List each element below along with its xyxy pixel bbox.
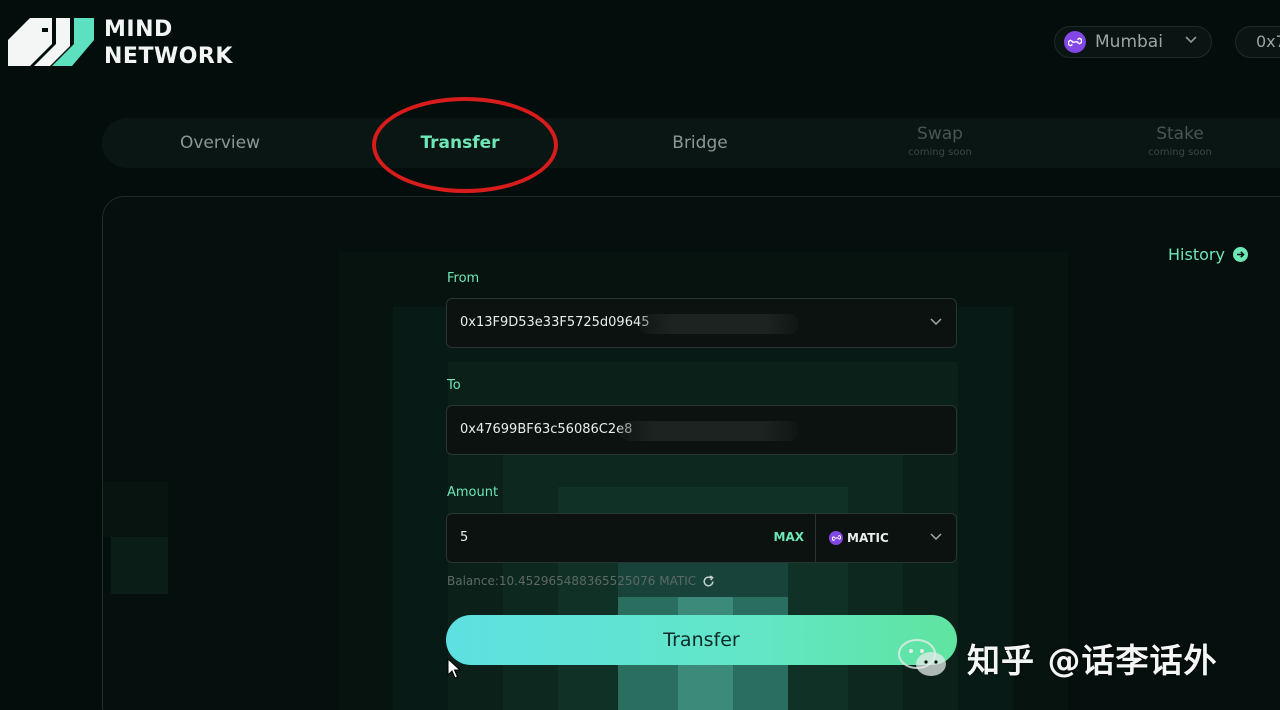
transfer-submit-button[interactable]: Transfer — [446, 615, 957, 665]
amount-value: 5 — [460, 530, 469, 545]
brand-name: MIND NETWORK — [104, 16, 233, 70]
tab-bridge[interactable]: Bridge — [600, 118, 800, 168]
tab-label: Overview — [179, 133, 261, 153]
network-selector[interactable]: Mumbai — [1054, 26, 1212, 58]
from-label: From — [447, 271, 480, 286]
wechat-icon — [898, 639, 946, 676]
tab-label: Bridge — [672, 133, 728, 153]
wallet-address-button[interactable]: 0x7 — [1235, 26, 1280, 58]
brand-line-1: MIND — [104, 17, 173, 42]
app-root: MIND NETWORK Mumbai 0x7 Overview Transfe… — [0, 0, 1280, 710]
mouse-cursor-icon — [447, 658, 461, 679]
tab-label: Transfer — [420, 133, 500, 153]
history-label: History — [1168, 245, 1225, 264]
redaction-blur — [639, 314, 799, 334]
token-selector[interactable]: MATIC — [815, 513, 957, 563]
coming-soon-label: coming soon — [1148, 147, 1212, 158]
tab-transfer[interactable]: Transfer — [360, 118, 560, 168]
to-address-input[interactable]: 0x47699BF63c56086C2e8 — [446, 405, 957, 455]
network-label: Mumbai — [1095, 32, 1163, 52]
polygon-matic-icon — [1064, 31, 1086, 53]
main-tabs: Overview Transfer Bridge Swap coming soo… — [102, 118, 1280, 168]
refresh-icon[interactable] — [702, 574, 715, 588]
tab-swap[interactable]: Swap coming soon — [840, 118, 1040, 168]
arrow-right-circle-icon — [1232, 247, 1248, 262]
mind-network-logo — [8, 18, 94, 66]
tab-overview[interactable]: Overview — [120, 118, 320, 168]
to-address-value: 0x47699BF63c56086C2e8 — [460, 422, 633, 437]
polygon-matic-icon — [829, 531, 843, 545]
amount-input[interactable]: 5 MAX — [446, 513, 816, 563]
token-label: MATIC — [847, 531, 889, 545]
chevron-down-icon — [930, 533, 942, 541]
to-label: To — [447, 378, 461, 393]
from-address-value: 0x13F9D53e33F5725d09645 — [460, 315, 650, 330]
from-address-select[interactable]: 0x13F9D53e33F5725d09645 — [446, 298, 957, 348]
max-button[interactable]: MAX — [774, 530, 804, 544]
tab-label: Swap — [917, 124, 963, 144]
history-link[interactable]: History — [1168, 245, 1248, 264]
chevron-down-icon — [1185, 36, 1197, 44]
watermark-text: 知乎 @话李话外 — [967, 641, 1218, 680]
brand-line-2: NETWORK — [104, 44, 233, 69]
watermark: 知乎 @话李话外 — [897, 633, 1218, 683]
tab-stake[interactable]: Stake coming soon — [1080, 118, 1280, 168]
tab-label: Stake — [1156, 124, 1204, 144]
balance-display: Balance:10.452965488365525076 MATIC — [447, 574, 715, 588]
coming-soon-label: coming soon — [908, 147, 972, 158]
wallet-address: 0x7 — [1256, 32, 1280, 51]
amount-label: Amount — [447, 485, 499, 500]
balance-text: Balance:10.452965488365525076 MATIC — [447, 574, 697, 588]
chevron-down-icon — [930, 318, 942, 326]
redaction-blur — [619, 421, 799, 441]
